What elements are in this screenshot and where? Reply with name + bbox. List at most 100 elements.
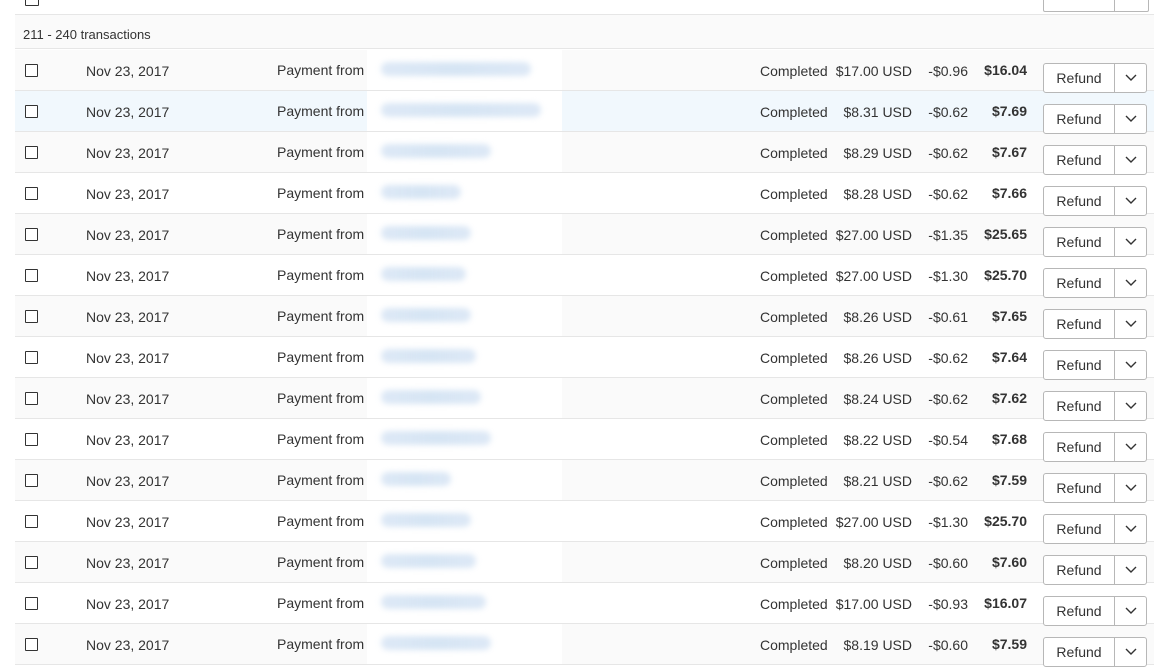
gross-amount: $17.00 USD bbox=[835, 596, 912, 612]
refund-button[interactable] bbox=[1043, 0, 1149, 12]
refund-button-group: Refund bbox=[1043, 514, 1147, 544]
refund-options-dropdown[interactable] bbox=[1115, 392, 1146, 420]
refund-button-group: Refund bbox=[1043, 391, 1147, 421]
refund-button[interactable]: Refund bbox=[1044, 269, 1114, 297]
row-checkbox[interactable] bbox=[25, 392, 38, 405]
transaction-row[interactable]: Nov 23, 2017 Payment from Completed $8.3… bbox=[15, 91, 1154, 134]
refund-button-group: Refund bbox=[1043, 637, 1147, 667]
transaction-date: Nov 23, 2017 bbox=[86, 596, 170, 612]
refund-options-dropdown[interactable] bbox=[1115, 310, 1146, 338]
fee-amount: -$0.60 bbox=[928, 555, 968, 571]
row-checkbox[interactable] bbox=[25, 269, 38, 282]
row-checkbox[interactable] bbox=[25, 228, 38, 241]
refund-button[interactable]: Refund bbox=[1044, 351, 1114, 379]
row-checkbox[interactable] bbox=[25, 515, 38, 528]
row-checkbox[interactable] bbox=[25, 556, 38, 569]
transaction-row[interactable]: Nov 23, 2017 Payment from Completed $27.… bbox=[15, 501, 1154, 544]
transaction-status: Completed bbox=[760, 145, 828, 161]
gross-amount: $27.00 USD bbox=[835, 268, 912, 284]
transaction-row[interactable]: Nov 23, 2017 Payment from Completed $17.… bbox=[15, 583, 1154, 626]
refund-options-dropdown[interactable] bbox=[1115, 474, 1146, 502]
fee-amount: -$0.62 bbox=[928, 186, 968, 202]
transaction-row[interactable]: Nov 23, 2017 Payment from Completed $8.1… bbox=[15, 624, 1154, 667]
refund-options-dropdown[interactable] bbox=[1115, 228, 1146, 256]
refund-button-group: Refund bbox=[1043, 350, 1147, 380]
net-amount: $16.04 bbox=[984, 62, 1027, 78]
refund-options-dropdown[interactable] bbox=[1115, 105, 1146, 133]
transaction-date: Nov 23, 2017 bbox=[86, 186, 170, 202]
transaction-description: Payment from bbox=[277, 431, 365, 447]
refund-options-dropdown[interactable] bbox=[1115, 146, 1146, 174]
transaction-status: Completed bbox=[760, 432, 828, 448]
refund-options-dropdown[interactable] bbox=[1115, 515, 1146, 543]
transaction-row[interactable]: Nov 23, 2017 Payment from Completed $8.2… bbox=[15, 460, 1154, 503]
row-checkbox[interactable] bbox=[25, 597, 38, 610]
transaction-row[interactable]: Nov 23, 2017 Payment from Completed $8.2… bbox=[15, 378, 1154, 421]
chevron-down-icon bbox=[1125, 525, 1137, 532]
gross-amount: $8.26 USD bbox=[843, 350, 912, 366]
refund-button[interactable]: Refund bbox=[1044, 556, 1114, 584]
row-checkbox[interactable] bbox=[25, 433, 38, 446]
transaction-row[interactable]: Nov 23, 2017 Payment from Completed $8.2… bbox=[15, 132, 1154, 175]
transaction-status: Completed bbox=[760, 268, 828, 284]
transaction-status: Completed bbox=[760, 596, 828, 612]
chevron-down-icon bbox=[1125, 443, 1137, 450]
refund-options-dropdown[interactable] bbox=[1115, 433, 1146, 461]
transaction-date: Nov 23, 2017 bbox=[86, 268, 170, 284]
redacted-payer-name bbox=[367, 296, 562, 336]
row-checkbox[interactable] bbox=[25, 638, 38, 651]
row-checkbox[interactable] bbox=[25, 64, 38, 77]
refund-button-group: Refund bbox=[1043, 268, 1147, 298]
refund-button-group: Refund bbox=[1043, 596, 1147, 626]
refund-options-dropdown[interactable] bbox=[1115, 597, 1146, 625]
refund-button[interactable]: Refund bbox=[1044, 638, 1114, 666]
transaction-row[interactable]: Nov 23, 2017 Payment from Completed $27.… bbox=[15, 255, 1154, 298]
transaction-row[interactable]: Nov 23, 2017 Payment from Completed $8.2… bbox=[15, 173, 1154, 216]
refund-options-dropdown[interactable] bbox=[1115, 351, 1146, 379]
transaction-date: Nov 23, 2017 bbox=[86, 555, 170, 571]
refund-options-dropdown[interactable] bbox=[1115, 187, 1146, 215]
row-checkbox[interactable] bbox=[25, 474, 38, 487]
transaction-row[interactable]: Nov 23, 2017 Payment from Completed $8.2… bbox=[15, 337, 1154, 380]
chevron-down-icon bbox=[1125, 402, 1137, 409]
row-checkbox[interactable] bbox=[25, 0, 39, 6]
row-checkbox[interactable] bbox=[25, 105, 38, 118]
row-checkbox[interactable] bbox=[25, 187, 38, 200]
refund-options-dropdown[interactable] bbox=[1115, 64, 1146, 92]
refund-button-group: Refund bbox=[1043, 186, 1147, 216]
gross-amount: $8.28 USD bbox=[843, 186, 912, 202]
refund-button[interactable]: Refund bbox=[1044, 392, 1114, 420]
refund-options-dropdown[interactable] bbox=[1115, 638, 1146, 666]
row-checkbox[interactable] bbox=[25, 146, 38, 159]
refund-button[interactable]: Refund bbox=[1044, 64, 1114, 92]
gross-amount: $27.00 USD bbox=[835, 227, 912, 243]
refund-button[interactable]: Refund bbox=[1044, 310, 1114, 338]
transaction-row[interactable]: Nov 23, 2017 Payment from Completed $8.2… bbox=[15, 296, 1154, 339]
net-amount: $7.68 bbox=[991, 431, 1027, 447]
net-amount: $7.67 bbox=[991, 144, 1027, 160]
refund-button[interactable]: Refund bbox=[1044, 105, 1114, 133]
transaction-row[interactable]: Nov 23, 2017 Payment from Completed $8.2… bbox=[15, 542, 1154, 585]
refund-button[interactable]: Refund bbox=[1044, 146, 1114, 174]
transaction-row[interactable]: Nov 23, 2017 Payment from Completed $8.2… bbox=[15, 419, 1154, 462]
refund-button[interactable]: Refund bbox=[1044, 597, 1114, 625]
transaction-date: Nov 23, 2017 bbox=[86, 350, 170, 366]
row-checkbox[interactable] bbox=[25, 351, 38, 364]
refund-button[interactable]: Refund bbox=[1044, 187, 1114, 215]
refund-options-dropdown[interactable] bbox=[1115, 556, 1146, 584]
refund-options-dropdown[interactable] bbox=[1115, 269, 1146, 297]
refund-button[interactable]: Refund bbox=[1044, 433, 1114, 461]
refund-button-group: Refund bbox=[1043, 227, 1147, 257]
transaction-description: Payment from bbox=[277, 144, 365, 160]
refund-button[interactable]: Refund bbox=[1044, 515, 1114, 543]
row-checkbox[interactable] bbox=[25, 310, 38, 323]
redacted-payer-name bbox=[367, 255, 562, 295]
refund-button[interactable]: Refund bbox=[1044, 474, 1114, 502]
transaction-row[interactable]: Nov 23, 2017 Payment from Completed $27.… bbox=[15, 214, 1154, 257]
refund-button[interactable]: Refund bbox=[1044, 228, 1114, 256]
fee-amount: -$0.62 bbox=[928, 104, 968, 120]
refund-button-group: Refund bbox=[1043, 63, 1147, 93]
chevron-down-icon bbox=[1125, 484, 1137, 491]
transaction-row[interactable]: Nov 23, 2017 Payment from Completed $17.… bbox=[15, 50, 1154, 93]
transaction-date: Nov 23, 2017 bbox=[86, 391, 170, 407]
